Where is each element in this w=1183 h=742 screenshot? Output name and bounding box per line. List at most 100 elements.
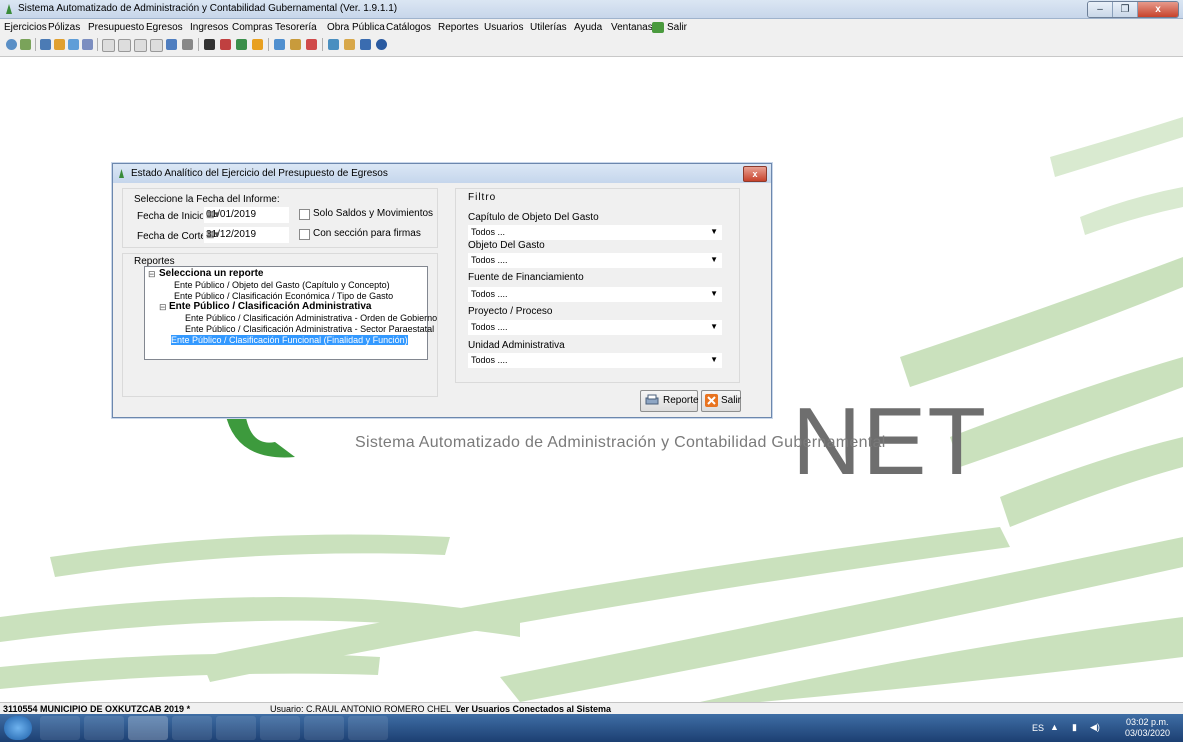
menu-catalogos[interactable]: Catálogos bbox=[386, 22, 431, 33]
proyecto-select-value: Todos .... bbox=[471, 322, 508, 332]
menu-reportes[interactable]: Reportes bbox=[438, 22, 479, 33]
menu-ejercicios[interactable]: Ejercicios bbox=[4, 22, 47, 33]
word-icon[interactable] bbox=[304, 716, 344, 740]
key-icon[interactable] bbox=[344, 39, 355, 50]
chevron-down-icon: ▼ bbox=[710, 322, 718, 331]
tree-item-clasificacion-funcional[interactable]: Ente Público / Clasificación Funcional (… bbox=[171, 335, 408, 345]
exit-button[interactable]: Salir bbox=[701, 390, 741, 412]
folder-icon[interactable] bbox=[54, 39, 65, 50]
collapse-icon[interactable]: ⊟ bbox=[148, 269, 156, 280]
clock-date[interactable]: 03/03/2020 bbox=[1125, 728, 1170, 738]
proyecto-select[interactable]: Todos .... ▼ bbox=[467, 319, 723, 336]
saldos-checkbox[interactable] bbox=[299, 209, 310, 220]
menu-obra-publica[interactable]: Obra Pública bbox=[327, 22, 385, 33]
objeto-select[interactable]: Todos .... ▼ bbox=[467, 252, 723, 269]
book-icon[interactable] bbox=[204, 39, 215, 50]
chrome-icon[interactable] bbox=[260, 716, 300, 740]
close-button[interactable]: x bbox=[1138, 2, 1178, 17]
connected-users-link[interactable]: Ver Usuarios Conectados al Sistema bbox=[455, 704, 611, 714]
start-date-picker[interactable]: 01/01/2019 ▦▾ bbox=[203, 206, 290, 224]
document-icon[interactable] bbox=[68, 39, 79, 50]
save-icon[interactable] bbox=[360, 39, 371, 50]
tree-root[interactable]: Selecciona un reporte bbox=[159, 268, 263, 279]
page-icon[interactable] bbox=[102, 39, 115, 52]
tree-item-clasificacion-administrativa[interactable]: Ente Público / Clasificación Administrat… bbox=[169, 301, 371, 312]
menu-compras[interactable]: Compras bbox=[232, 22, 273, 33]
menu-ayuda[interactable]: Ayuda bbox=[574, 22, 602, 33]
exit-button-label: Salir bbox=[721, 395, 742, 406]
page-icon[interactable] bbox=[118, 39, 131, 52]
tree-item-orden-gobierno[interactable]: Ente Público / Clasificación Administrat… bbox=[185, 313, 437, 323]
taskbar-app-icon[interactable] bbox=[172, 716, 212, 740]
network-icon[interactable]: ▮ bbox=[1072, 722, 1077, 733]
print-icon[interactable] bbox=[182, 39, 193, 50]
window-title: Sistema Automatizado de Administración y… bbox=[18, 3, 398, 14]
date-section-label: Seleccione la Fecha del Informe: bbox=[134, 194, 280, 205]
tree-item-sector-paraestatal[interactable]: Ente Público / Clasificación Administrat… bbox=[185, 324, 434, 334]
taskbar-sistema-icon[interactable] bbox=[128, 716, 168, 740]
calendar-icon[interactable]: ▦▾ bbox=[206, 229, 287, 240]
report-button[interactable]: Reporte bbox=[640, 390, 699, 412]
language-indicator[interactable]: ES bbox=[1032, 723, 1044, 733]
menu-salir[interactable]: Salir bbox=[667, 22, 687, 33]
toolbar-separator bbox=[97, 38, 98, 51]
edit-icon[interactable] bbox=[220, 39, 231, 50]
tree-icon[interactable] bbox=[328, 39, 339, 50]
page-icon[interactable] bbox=[134, 39, 147, 52]
tree-item-objeto-gasto[interactable]: Ente Público / Objeto del Gasto (Capítul… bbox=[174, 280, 390, 290]
excel-icon[interactable] bbox=[348, 716, 388, 740]
tray-expand-icon[interactable]: ▲ bbox=[1050, 722, 1059, 732]
restore-button[interactable]: ❐ bbox=[1113, 2, 1138, 17]
report-icon[interactable] bbox=[166, 39, 177, 50]
file-explorer-icon[interactable] bbox=[216, 716, 256, 740]
tree-item-clasificacion-economica[interactable]: Ente Público / Clasificación Económica /… bbox=[174, 291, 393, 301]
toolbar-separator bbox=[198, 38, 199, 51]
calc-icon[interactable] bbox=[236, 39, 247, 50]
date-panel: Seleccione la Fecha del Informe: Fecha d… bbox=[122, 188, 438, 248]
status-entity: 3110554 MUNICIPIO DE OXKUTZCAB 2019 * bbox=[3, 704, 191, 714]
calendar-icon[interactable]: ▦▾ bbox=[206, 209, 287, 220]
clock-time[interactable]: 03:02 p.m. bbox=[1126, 717, 1169, 727]
report-tree[interactable]: ⊟ Selecciona un reporte Ente Público / O… bbox=[144, 266, 437, 360]
menu-presupuesto[interactable]: Presupuesto bbox=[88, 22, 144, 33]
window-controls: – ❐ x bbox=[1087, 1, 1179, 18]
menu-ventanas[interactable]: Ventanas bbox=[611, 22, 653, 33]
end-date-picker[interactable]: 31/12/2019 ▦▾ bbox=[203, 226, 290, 244]
menu-tesoreria[interactable]: Tesorería bbox=[275, 22, 317, 33]
menu-utilerias[interactable]: Utilerías bbox=[530, 22, 567, 33]
refresh-icon[interactable] bbox=[6, 39, 17, 50]
grid-icon[interactable] bbox=[82, 39, 93, 50]
users-icon[interactable] bbox=[40, 39, 51, 50]
toolbar-separator bbox=[322, 38, 323, 51]
exit-icon[interactable] bbox=[652, 22, 664, 33]
volume-icon[interactable]: ◀) bbox=[1090, 722, 1100, 733]
list-icon[interactable] bbox=[274, 39, 285, 50]
menu-egresos[interactable]: Egresos bbox=[146, 22, 183, 33]
dialog-title: Estado Analítico del Ejercicio del Presu… bbox=[131, 168, 388, 179]
tools-icon[interactable] bbox=[290, 39, 301, 50]
menu-usuarios[interactable]: Usuarios bbox=[484, 22, 523, 33]
filter-label: Filtro bbox=[468, 192, 497, 203]
capitulo-select[interactable]: Todos ... ▼ bbox=[467, 224, 723, 241]
close-icon bbox=[705, 394, 718, 407]
taskbar-app-icon[interactable] bbox=[40, 716, 80, 740]
dialog-titlebar: Estado Analítico del Ejercicio del Presu… bbox=[113, 164, 771, 183]
unidad-select[interactable]: Todos .... ▼ bbox=[467, 352, 723, 369]
firmas-checkbox-label: Con sección para firmas bbox=[313, 228, 421, 239]
taskbar: ES ▲ ▮ ◀) 03:02 p.m. 03/03/2020 bbox=[0, 714, 1183, 742]
start-button[interactable] bbox=[4, 716, 32, 740]
minimize-button[interactable]: – bbox=[1088, 2, 1113, 17]
box-icon[interactable] bbox=[252, 39, 263, 50]
menu-ingresos[interactable]: Ingresos bbox=[190, 22, 228, 33]
collapse-icon[interactable]: ⊟ bbox=[159, 302, 167, 313]
page-icon[interactable] bbox=[150, 39, 163, 52]
fuente-select[interactable]: Todos .... ▼ bbox=[467, 286, 723, 303]
app-icon bbox=[6, 4, 12, 14]
internet-explorer-icon[interactable] bbox=[84, 716, 124, 740]
help-icon[interactable] bbox=[376, 39, 387, 50]
flag-icon[interactable] bbox=[306, 39, 317, 50]
dialog-close-button[interactable]: x bbox=[743, 166, 767, 182]
firmas-checkbox[interactable] bbox=[299, 229, 310, 240]
menu-polizas[interactable]: Pólizas bbox=[48, 22, 80, 33]
chart-icon[interactable] bbox=[20, 39, 31, 50]
